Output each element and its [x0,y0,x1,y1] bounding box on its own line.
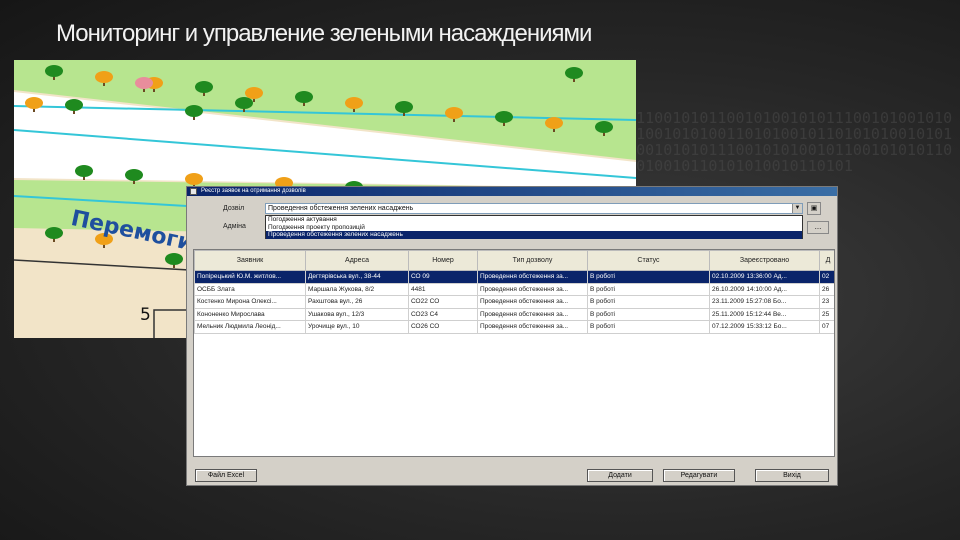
tree-icon [395,101,413,113]
window-title: Реєстр заявок на отримання дозволів [201,188,306,194]
table-cell: 25.11.2009 15:12:44 Ве... [709,307,820,321]
tree-icon [165,253,183,265]
table-cell: 02.10.2009 13:36:00 Ад... [709,270,820,284]
table-cell: Проведення обстеження за... [477,282,588,296]
table-cell: В роботі [587,282,710,296]
tree-icon [245,87,263,99]
column-header[interactable]: Тип дозволу [477,250,588,271]
table-cell: Проведення обстеження за... [477,295,588,309]
table-cell: СО22 СО [408,295,478,309]
column-header[interactable]: Д [819,250,834,271]
table-cell: В роботі [587,295,710,309]
dropdown-option[interactable]: Погодження проекту пропозицій [266,224,802,232]
tree-icon [25,97,43,109]
table-cell: Ушакова вул., 12/3 [305,307,409,321]
table-cell: Мельник Людмила Леонід... [194,320,306,334]
table-cell: Урочище вул., 10 [305,320,409,334]
lookup-icon[interactable]: ▣ [807,202,821,215]
chevron-down-icon[interactable]: ▼ [792,204,802,213]
tree-icon [45,65,63,77]
dropdown-option-selected[interactable]: Проведення обстеження зелених насаджень [266,231,802,239]
tree-icon [495,111,513,123]
tree-icon [545,117,563,129]
tree-icon [95,71,113,83]
table-cell: 07 [819,320,834,334]
action-label: Адміна [223,223,246,230]
table-cell: Рахштова вул., 26 [305,295,409,309]
column-header[interactable]: Статус [587,250,710,271]
building-outline [14,259,190,338]
table-cell: Кононенко Мирослава [194,307,306,321]
tree-icon [75,165,93,177]
tree-icon [235,97,253,109]
tree-icon [445,107,463,119]
table-row[interactable]: ОСББ Злата Маршала Жукова, 8/2 4481 Пров… [194,282,834,296]
tree-icon [195,81,213,93]
table-cell: СО23 С4 [408,307,478,321]
table-cell: В роботі [587,307,710,321]
tree-icon [565,67,583,79]
tree-icon [65,99,83,111]
table-cell: В роботі [587,270,710,284]
table-cell: 23.11.2009 15:27:08 Бо... [709,295,820,309]
edit-button[interactable]: Редагувати [663,469,735,482]
permit-registry-window: Реєстр заявок на отримання дозволів Дозв… [186,186,838,486]
requests-table: Заявник Адреса Номер Тип дозволу Статус … [193,249,835,457]
table-cell: Проведення обстеження за... [477,320,588,334]
column-header[interactable]: Зареєстровано [709,250,820,271]
permit-type-select[interactable]: Проведення обстеження зелених насаджень … [265,203,803,214]
table-cell: 07.12.2009 15:33:12 Бо... [709,320,820,334]
table-cell: 02 [819,270,834,284]
window-titlebar[interactable]: Реєстр заявок на отримання дозволів [187,187,837,196]
slide-title: Мониторинг и управление зелеными насажде… [56,20,592,47]
table-row[interactable]: Костенко Мирона Олексі... Рахштова вул.,… [194,295,834,309]
table-header-row: Заявник Адреса Номер Тип дозволу Статус … [194,250,834,271]
permit-type-value: Проведення обстеження зелених насаджень [268,205,414,212]
table-cell: ОСББ Злата [194,282,306,296]
column-header[interactable]: Адреса [305,250,409,271]
table-cell: 4481 [408,282,478,296]
dropdown-option[interactable]: Погодження актування [266,216,802,224]
table-row[interactable]: Кононенко Мирослава Ушакова вул., 12/3 С… [194,307,834,321]
table-cell: СО 09 [408,270,478,284]
export-excel-button[interactable]: Файл Excel [195,469,257,482]
table-cell: Проведення обстеження за... [477,270,588,284]
app-icon [190,188,197,195]
table-cell: 26 [819,282,834,296]
ellipsis-button[interactable]: ... [807,221,829,234]
table-cell: Проведення обстеження за... [477,307,588,321]
table-cell: СО26 СО [408,320,478,334]
table-cell: Дегтярівська вул., 38-44 [305,270,409,284]
table-cell: В роботі [587,320,710,334]
add-button[interactable]: Додати [587,469,653,482]
table-cell: Попірецький Ю.М. житлов... [194,270,306,284]
table-row-selected[interactable]: Попірецький Ю.М. житлов... Дегтярівська … [194,270,834,284]
table-cell: Костенко Мирона Олексі... [194,295,306,309]
exit-button[interactable]: Вихід [755,469,829,482]
tree-icon [185,105,203,117]
map-house-number: 5 [140,305,151,325]
tree-icon [125,169,143,181]
column-header[interactable]: Заявник [194,250,306,271]
table-cell: 23 [819,295,834,309]
tree-icon [135,77,153,89]
table-cell: 26.10.2009 14:10:00 Ад... [709,282,820,296]
permit-label: Дозвіл [223,205,245,212]
tree-icon [595,121,613,133]
tree-icon [45,227,63,239]
column-header[interactable]: Номер [408,250,478,271]
tree-icon [295,91,313,103]
table-row[interactable]: Мельник Людмила Леонід... Урочище вул., … [194,320,834,334]
table-cell: 25 [819,307,834,321]
permit-type-dropdown[interactable]: Погодження актування Погодження проекту … [265,215,803,239]
tree-icon [185,173,203,185]
table-cell: Маршала Жукова, 8/2 [305,282,409,296]
tree-icon [345,97,363,109]
